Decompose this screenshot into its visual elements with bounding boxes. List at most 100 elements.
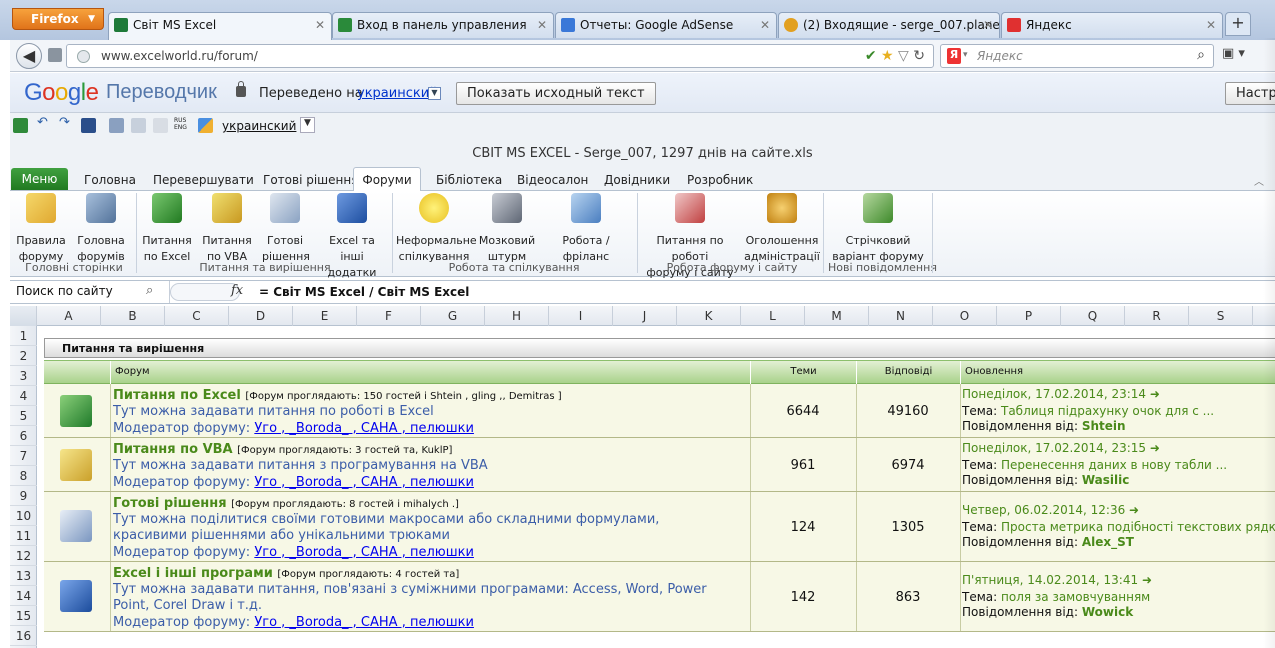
- tab-gotovi[interactable]: Готові рішення: [263, 170, 358, 191]
- row-header[interactable]: 3: [10, 366, 37, 386]
- chevron-down-icon[interactable]: ▾: [963, 50, 968, 60]
- row-header[interactable]: 14: [10, 586, 37, 606]
- column-header[interactable]: A: [37, 306, 101, 326]
- chevron-down-icon[interactable]: ▼: [428, 87, 441, 100]
- sitemap-icon[interactable]: [109, 118, 124, 133]
- tab-inbox[interactable]: (2) Входящие - serge_007.planet... ✕: [778, 12, 1000, 38]
- last-post-author[interactable]: Shtein: [1082, 419, 1126, 433]
- main-forums-button[interactable]: Головна форумів: [74, 193, 128, 265]
- tab-menu[interactable]: Меню: [11, 168, 68, 190]
- rules-button[interactable]: Правила форуму: [16, 193, 66, 265]
- rus-eng-icon[interactable]: RUS ENG: [174, 117, 189, 132]
- formula-search-input[interactable]: [170, 283, 240, 301]
- tab-videosalon[interactable]: Відеосалон: [517, 170, 588, 191]
- row-header[interactable]: 1: [10, 326, 37, 346]
- last-post-author[interactable]: Wasilic: [1082, 473, 1130, 487]
- column-header[interactable]: C: [165, 306, 229, 326]
- row-header[interactable]: 8: [10, 466, 37, 486]
- column-header[interactable]: K: [677, 306, 741, 326]
- tab-yandex[interactable]: Яндекс ✕: [1001, 12, 1223, 38]
- tab-rozrobnyk[interactable]: Розробник: [687, 170, 753, 191]
- row-header[interactable]: 13: [10, 566, 37, 586]
- close-icon[interactable]: ✕: [537, 18, 547, 32]
- column-header[interactable]: H: [485, 306, 549, 326]
- ready-solutions-button[interactable]: Готові рішення: [262, 193, 310, 265]
- column-header[interactable]: R: [1125, 306, 1189, 326]
- column-header[interactable]: J: [613, 306, 677, 326]
- save-icon[interactable]: [81, 118, 96, 133]
- last-topic-link[interactable]: поля за замовчуванням: [1001, 590, 1150, 604]
- forum-title-link[interactable]: Excel і інші програми: [113, 566, 273, 581]
- column-header[interactable]: E: [293, 306, 357, 326]
- column-header[interactable]: S: [1189, 306, 1253, 326]
- dropdown-icon[interactable]: ▽: [898, 48, 909, 64]
- translate-language-link[interactable]: украинский: [357, 86, 438, 101]
- yandex-search-box[interactable]: Я ▾ Яндекс ⌕: [940, 44, 1214, 68]
- search-icon[interactable]: ⌕: [146, 283, 153, 298]
- last-update-text[interactable]: Понеділок, 17.02.2014, 23:15: [962, 441, 1146, 455]
- column-header[interactable]: O: [933, 306, 997, 326]
- row-header[interactable]: 11: [10, 526, 37, 546]
- bookmarks-button[interactable]: ▣ ▾: [1222, 46, 1245, 61]
- row-header[interactable]: 16: [10, 626, 37, 646]
- row-header[interactable]: 10: [10, 506, 37, 526]
- row-header[interactable]: 12: [10, 546, 37, 566]
- tab-dovidnyky[interactable]: Довідники: [604, 170, 670, 191]
- column-header[interactable]: M: [805, 306, 869, 326]
- print-icon[interactable]: [153, 118, 168, 133]
- star-icon[interactable]: ★: [881, 48, 894, 64]
- arrow-right-icon[interactable]: ➜: [1150, 441, 1160, 455]
- column-header[interactable]: D: [229, 306, 293, 326]
- column-header[interactable]: G: [421, 306, 485, 326]
- column-header[interactable]: I: [549, 306, 613, 326]
- mail-icon[interactable]: [131, 118, 146, 133]
- tab-golovna[interactable]: Головна: [84, 170, 136, 191]
- last-post-author[interactable]: Alex_ST: [1082, 535, 1134, 549]
- moderator-links[interactable]: Уго , _Boroda_ , САНА , пелюшки: [254, 545, 474, 560]
- redo-icon[interactable]: ↷: [59, 115, 74, 130]
- row-header[interactable]: 2: [10, 346, 37, 366]
- select-all-corner[interactable]: [10, 306, 37, 326]
- column-header[interactable]: B: [101, 306, 165, 326]
- url-bar[interactable]: www.excelworld.ru/forum/ ✔ ★ ▽ ↻: [66, 44, 934, 68]
- last-topic-link[interactable]: Проста метрика подібності текстових рядк…: [1001, 520, 1275, 534]
- last-topic-link[interactable]: Перенесення даних в нову табли ...: [1001, 458, 1227, 472]
- row-header[interactable]: 4: [10, 386, 37, 406]
- last-post-author[interactable]: Wowick: [1082, 605, 1133, 619]
- forum-title-link[interactable]: Питання по VBA: [113, 442, 233, 457]
- column-header[interactable]: F: [357, 306, 421, 326]
- feed-forum-button[interactable]: Стрічковий варіант форуму: [828, 193, 928, 265]
- column-header[interactable]: P: [997, 306, 1061, 326]
- quick-language-link[interactable]: украинский: [222, 119, 296, 133]
- moderator-links[interactable]: Уго , _Boroda_ , САНА , пелюшки: [254, 475, 474, 490]
- search-icon[interactable]: ⌕: [1197, 47, 1205, 63]
- tab-forumy[interactable]: Форуми: [353, 167, 421, 192]
- back-button[interactable]: ◀: [16, 43, 42, 69]
- column-header[interactable]: Q: [1061, 306, 1125, 326]
- admin-announcements-button[interactable]: Оголошення адміністрації: [744, 193, 820, 265]
- column-header[interactable]: L: [741, 306, 805, 326]
- chevron-down-icon[interactable]: ▼: [300, 117, 315, 133]
- tab-adsense[interactable]: Отчеты: Google AdSense ✕: [555, 12, 777, 38]
- moderator-links[interactable]: Уго , _Boroda_ , САНА , пелюшки: [254, 615, 474, 630]
- close-icon[interactable]: ✕: [1206, 18, 1216, 32]
- row-header[interactable]: 5: [10, 406, 37, 426]
- firefox-menu-button[interactable]: Firefox ▼: [12, 8, 104, 30]
- arrow-right-icon[interactable]: ➜: [1129, 503, 1139, 517]
- show-original-button[interactable]: Показать исходный текст: [456, 82, 656, 105]
- row-header[interactable]: 9: [10, 486, 37, 506]
- tab-pereversh[interactable]: Перевершувати: [153, 170, 254, 191]
- column-header[interactable]: N: [869, 306, 933, 326]
- row-header[interactable]: 15: [10, 606, 37, 626]
- arrow-right-icon[interactable]: ➜: [1142, 573, 1152, 587]
- forum-title-link[interactable]: Питання по Excel: [113, 388, 241, 403]
- excel-icon[interactable]: [13, 118, 28, 133]
- arrow-right-icon[interactable]: ➜: [1150, 387, 1160, 401]
- last-update-text[interactable]: Четвер, 06.02.2014, 12:36: [962, 503, 1125, 517]
- tab-control-panel[interactable]: Вход в панель управления ✕: [332, 12, 554, 38]
- informal-talk-button[interactable]: Неформальне спілкування: [396, 193, 477, 265]
- tab-svit-ms-excel[interactable]: Світ MS Excel ✕: [108, 12, 332, 40]
- last-topic-link[interactable]: Таблиця підрахунку очок для с ...: [1001, 404, 1214, 418]
- close-icon[interactable]: ✕: [760, 18, 770, 32]
- google-translate-icon[interactable]: [198, 118, 213, 133]
